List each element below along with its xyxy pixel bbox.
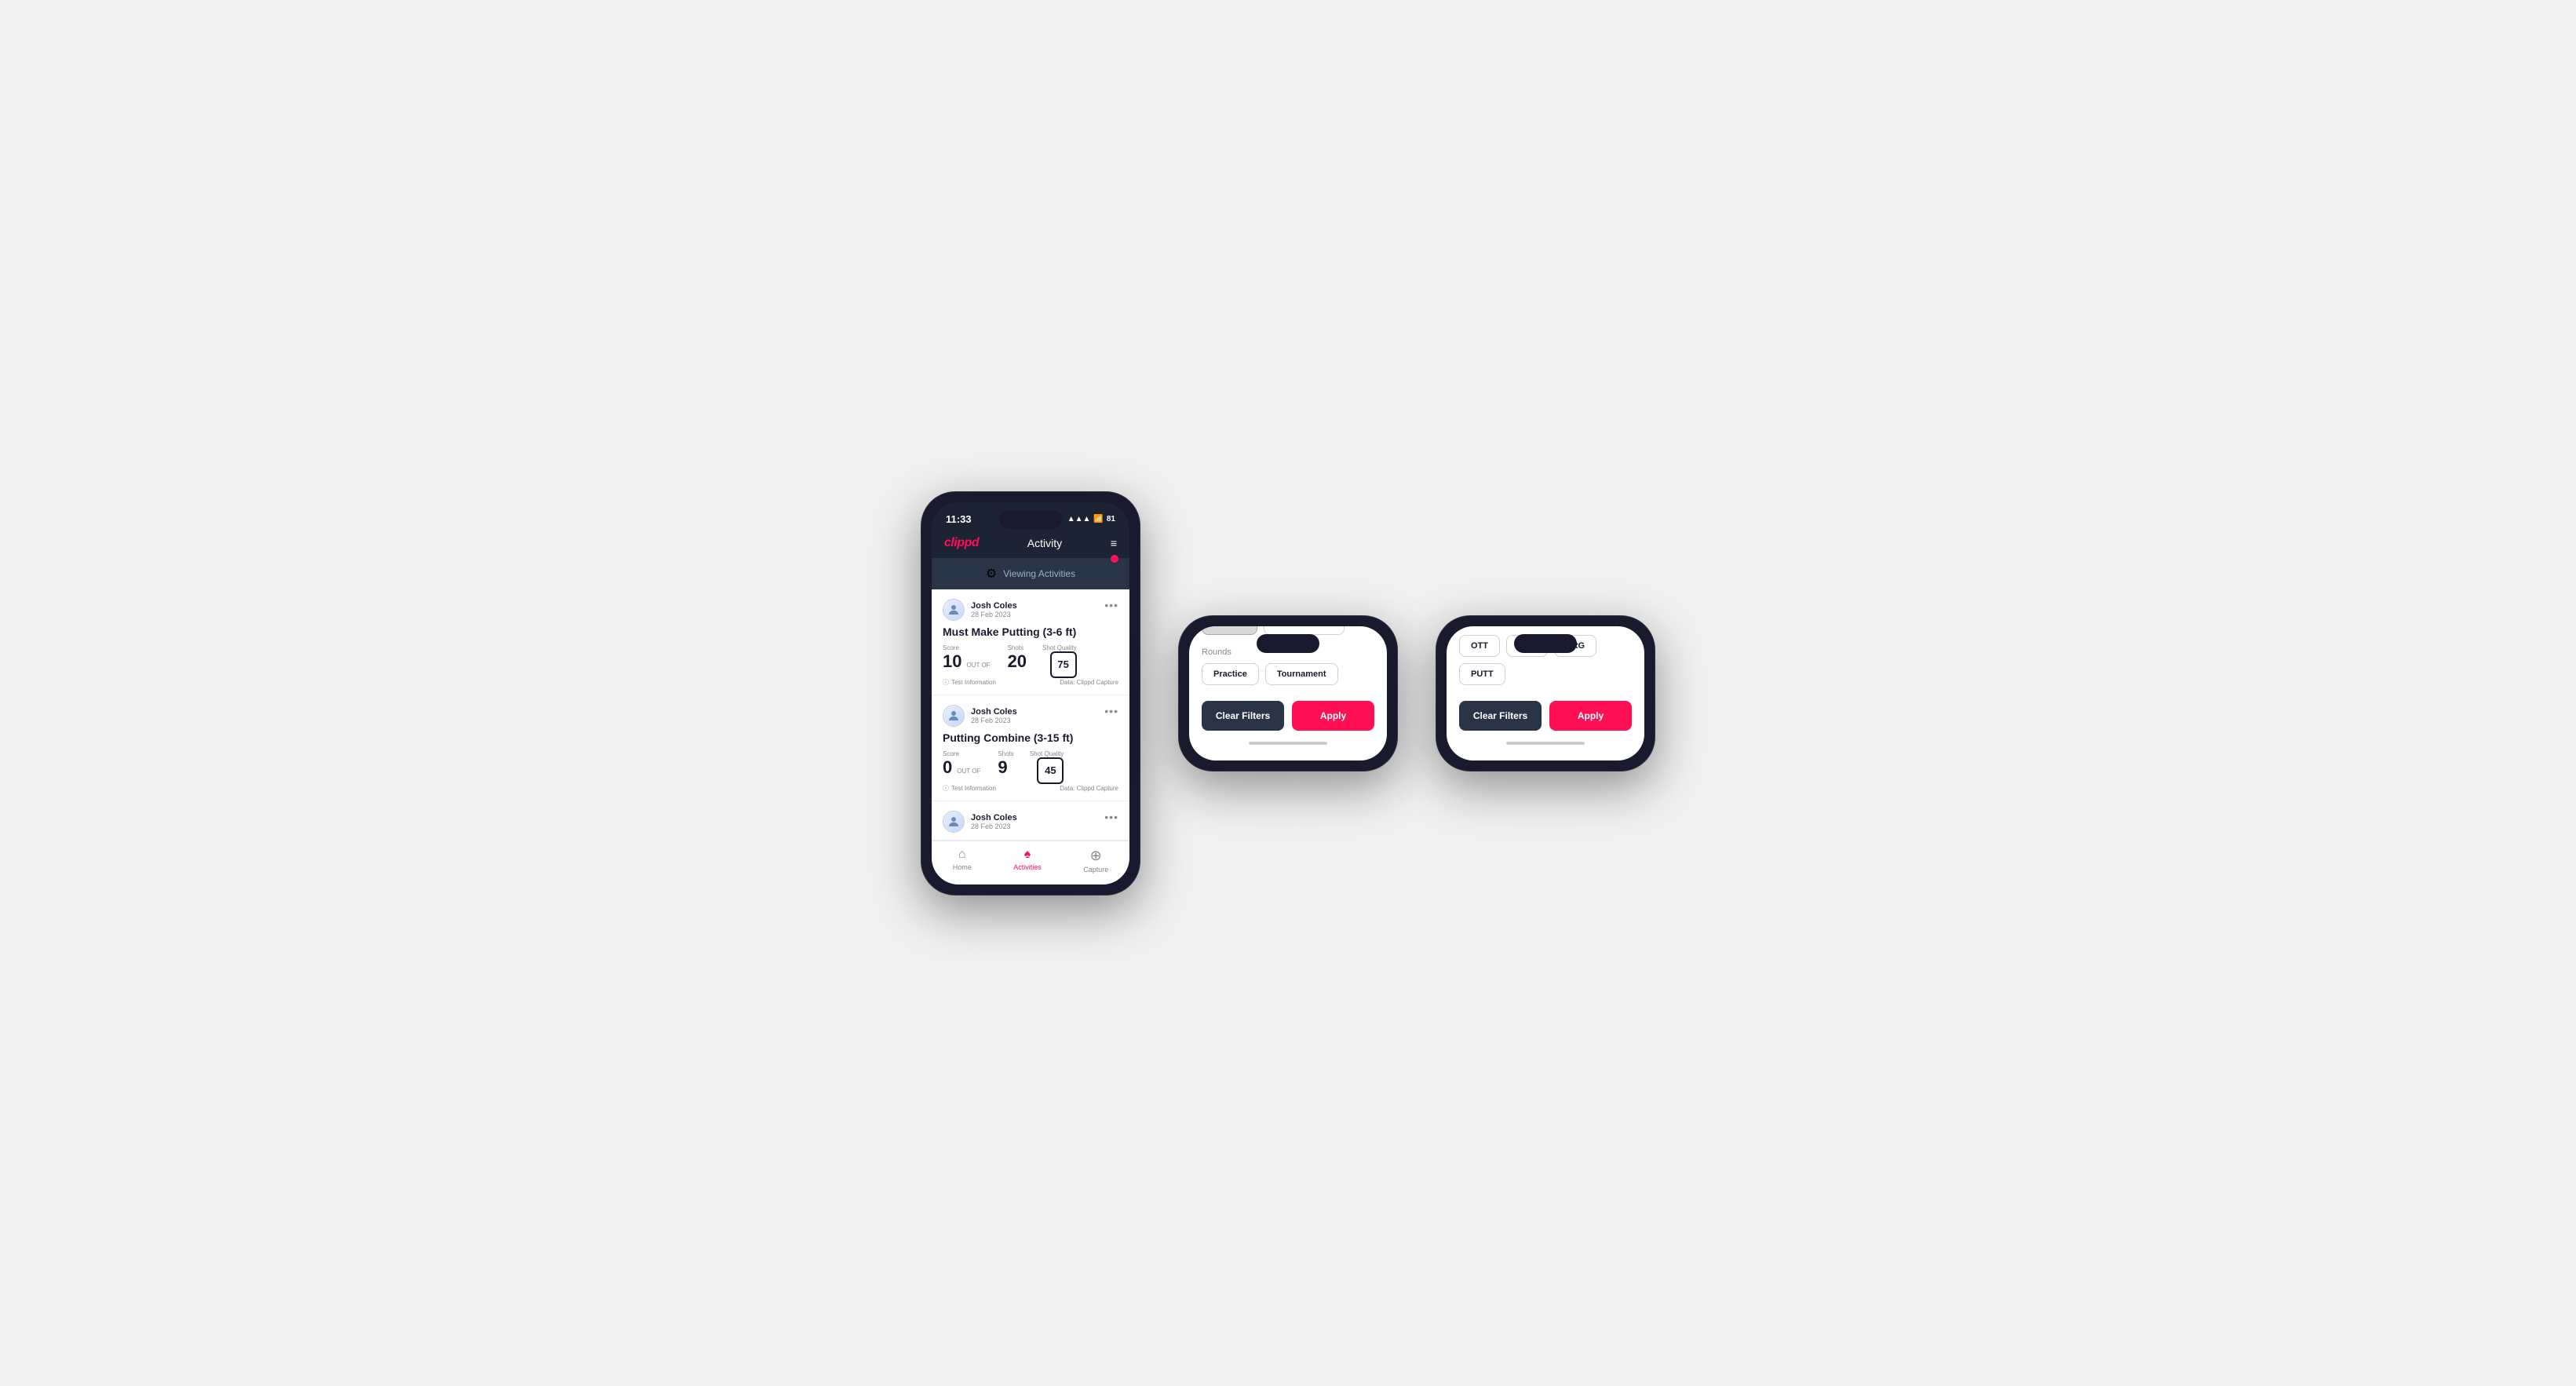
card-2-header: Josh Coles 28 Feb 2023 ••• (943, 705, 1118, 727)
drills-label-3: Practice Drills (1459, 626, 1632, 629)
phone-2: 11:33 ▲▲▲ 📶 81 clippd Activity ≡ ⚙ Viewi… (1178, 615, 1398, 771)
card-2-title: Putting Combine (3-15 ft) (943, 731, 1118, 744)
nav-capture-label-1: Capture (1083, 866, 1108, 874)
user-date-2: 28 Feb 2023 (971, 717, 1017, 724)
phone-3-screen: 11:33 ▲▲▲ 📶 81 clippd Activity ≡ ⚙ Viewi… (1447, 626, 1644, 760)
viewing-bar-text-1: Viewing Activities (1003, 568, 1075, 579)
apply-button-3[interactable]: Apply (1549, 701, 1632, 731)
nav-activities-1[interactable]: ♠ Activities (1013, 848, 1042, 874)
card-footer-1: ⓘ Test Information Data: Clippd Capture (943, 678, 1118, 687)
card-1-title: Must Make Putting (3-6 ft) (943, 626, 1118, 638)
more-dots-2[interactable]: ••• (1104, 705, 1118, 717)
rounds-chips-2: Practice Tournament (1202, 663, 1374, 685)
test-info-1: ⓘ Test Information (943, 678, 996, 687)
chip-practice-2[interactable]: Practice (1202, 663, 1259, 685)
status-icons-1: ▲▲▲ 📶 81 (1067, 515, 1115, 523)
user-name-3: Josh Coles (971, 813, 1017, 822)
user-info-2: Josh Coles 28 Feb 2023 (943, 705, 1017, 727)
data-source-1: Data: Clippd Capture (1060, 679, 1118, 686)
home-icon-1: ⌂ (958, 848, 966, 862)
shots-section-2: Shots 9 (998, 750, 1013, 778)
score-section-1: Score 10 OUT OF (943, 644, 992, 672)
menu-icon-1[interactable]: ≡ (1111, 537, 1117, 549)
chip-tournament-2[interactable]: Tournament (1265, 663, 1338, 685)
dynamic-island-3 (1514, 634, 1577, 653)
user-date-1: 28 Feb 2023 (971, 611, 1017, 618)
user-details-2: Josh Coles 28 Feb 2023 (971, 707, 1017, 724)
more-dots-3[interactable]: ••• (1104, 811, 1118, 823)
card-footer-2: ⓘ Test Information Data: Clippd Capture (943, 784, 1118, 793)
phone-1-screen: 11:33 ▲▲▲ 📶 81 clippd Activity ≡ ⚙ Viewi… (932, 502, 1129, 884)
signal-icon-1: ▲▲▲ (1067, 515, 1091, 523)
user-info-3: Josh Coles 28 Feb 2023 (943, 811, 1017, 833)
nav-capture-1[interactable]: ⊕ Capture (1083, 848, 1108, 874)
user-details-3: Josh Coles 28 Feb 2023 (971, 813, 1017, 830)
battery-1: 81 (1107, 515, 1115, 523)
shots-value-2: 9 (998, 757, 1007, 777)
card-3-header: Josh Coles 28 Feb 2023 ••• (943, 811, 1118, 833)
activity-card-3[interactable]: Josh Coles 28 Feb 2023 ••• (932, 801, 1129, 841)
nav-home-1[interactable]: ⌂ Home (953, 848, 972, 874)
shots-value-1: 20 (1008, 651, 1027, 671)
phone-3: 11:33 ▲▲▲ 📶 81 clippd Activity ≡ ⚙ Viewi… (1436, 615, 1655, 771)
info-icon-2: ⓘ (943, 784, 949, 793)
avatar-3 (943, 811, 965, 833)
user-details-1: Josh Coles 28 Feb 2023 (971, 601, 1017, 618)
header-title-1: Activity (1027, 537, 1062, 549)
status-time-1: 11:33 (946, 513, 972, 525)
scene: 11:33 ▲▲▲ 📶 81 clippd Activity ≡ ⚙ Viewi… (889, 444, 1687, 943)
phone-1: 11:33 ▲▲▲ 📶 81 clippd Activity ≡ ⚙ Viewi… (921, 491, 1140, 895)
viewing-dot-1 (1111, 555, 1118, 563)
phone-2-screen: 11:33 ▲▲▲ 📶 81 clippd Activity ≡ ⚙ Viewi… (1189, 626, 1387, 760)
avatar-img-2 (943, 706, 964, 726)
logo-1: clippd (944, 536, 979, 550)
chip-putt-3[interactable]: PUTT (1459, 663, 1505, 685)
user-name-1: Josh Coles (971, 601, 1017, 611)
card-1-header: Josh Coles 28 Feb 2023 ••• (943, 599, 1118, 621)
avatar-img-1 (943, 600, 964, 620)
app-header-1: clippd Activity ≡ (932, 530, 1129, 558)
user-date-3: 28 Feb 2023 (971, 822, 1017, 830)
user-info-1: Josh Coles 28 Feb 2023 (943, 599, 1017, 621)
activity-card-2[interactable]: Josh Coles 28 Feb 2023 ••• Putting Combi… (932, 695, 1129, 801)
score-value-1: 10 (943, 651, 961, 672)
nav-home-label-1: Home (953, 863, 972, 871)
viewing-bar-icon-1: ⚙ (986, 566, 997, 582)
test-info-2: ⓘ Test Information (943, 784, 996, 793)
chip-rounds-2[interactable]: Rounds (1202, 626, 1257, 635)
avatar-2 (943, 705, 965, 727)
shot-quality-badge-1: 75 (1050, 651, 1077, 678)
bottom-nav-1: ⌂ Home ♠ Activities ⊕ Capture (932, 841, 1129, 884)
filter-buttons-3: Clear Filters Apply (1459, 701, 1632, 731)
avatar-img-3 (943, 812, 964, 832)
more-dots-1[interactable]: ••• (1104, 599, 1118, 611)
wifi-icon-1: 📶 (1093, 515, 1103, 523)
apply-button-2[interactable]: Apply (1292, 701, 1374, 731)
activities-icon-1: ♠ (1024, 848, 1031, 862)
info-icon-1: ⓘ (943, 678, 949, 687)
chip-ott-3[interactable]: OTT (1459, 635, 1500, 657)
shot-quality-badge-2: 45 (1037, 757, 1064, 784)
clear-filters-2[interactable]: Clear Filters (1202, 701, 1284, 731)
activity-card-1[interactable]: Josh Coles 28 Feb 2023 ••• Must Make Put… (932, 589, 1129, 695)
score-value-2: 0 (943, 757, 952, 778)
user-name-2: Josh Coles (971, 707, 1017, 717)
clear-filters-3[interactable]: Clear Filters (1459, 701, 1542, 731)
filter-buttons-2: Clear Filters Apply (1202, 701, 1374, 731)
data-source-2: Data: Clippd Capture (1060, 785, 1118, 792)
dynamic-island-2 (1257, 634, 1319, 653)
shot-quality-section-2: Shot Quality 45 (1030, 750, 1064, 784)
score-section-2: Score 0 OUT OF (943, 750, 982, 778)
avatar-1 (943, 599, 965, 621)
shot-quality-section-1: Shot Quality 75 (1042, 644, 1077, 678)
dynamic-island-1 (999, 510, 1062, 529)
nav-activities-label-1: Activities (1013, 863, 1042, 871)
activity-list-1: Josh Coles 28 Feb 2023 ••• Must Make Put… (932, 589, 1129, 841)
viewing-bar-1[interactable]: ⚙ Viewing Activities (932, 558, 1129, 589)
shots-section-1: Shots 20 (1008, 644, 1027, 672)
capture-icon-1: ⊕ (1090, 848, 1102, 864)
